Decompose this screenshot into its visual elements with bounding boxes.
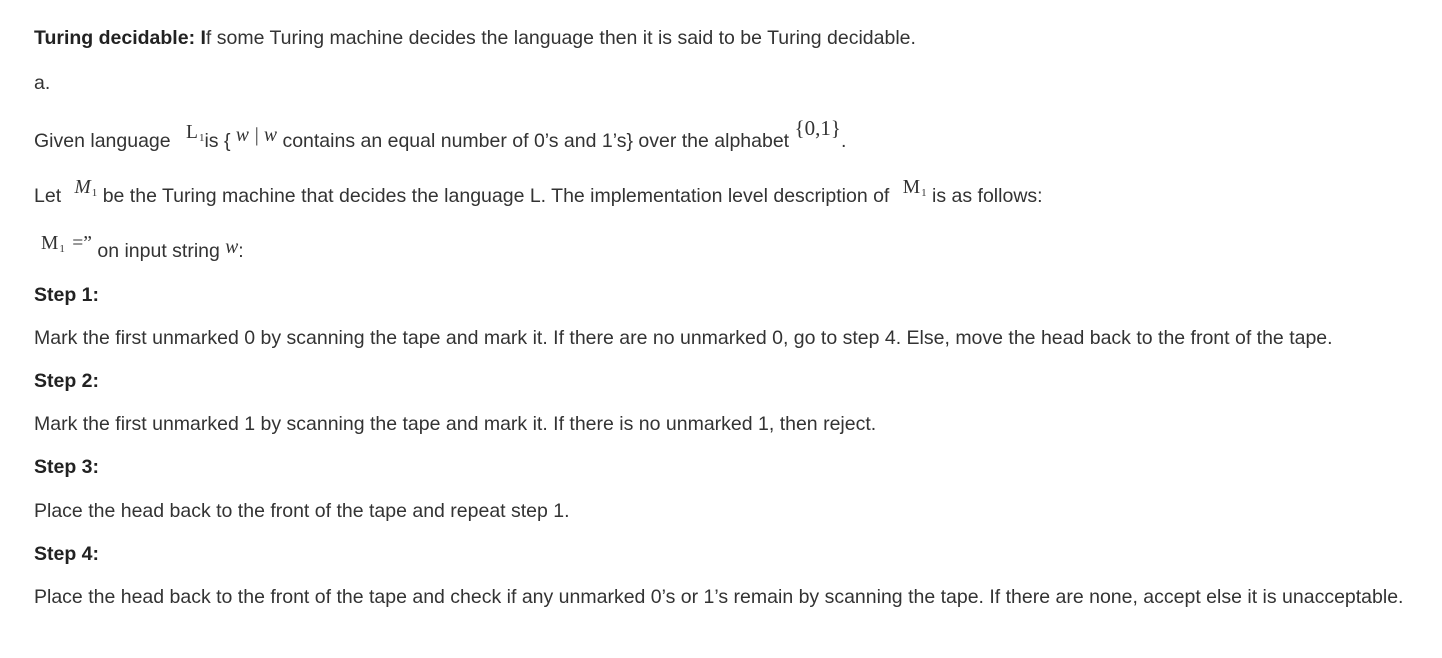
language-symbol: L1 <box>186 122 205 144</box>
part-label: a. <box>34 72 51 94</box>
machine-symbol-2: M1 <box>902 177 927 199</box>
definition-paragraph: Turing decidable: If some Turing machine… <box>34 26 916 50</box>
machine-def-colon: : <box>238 240 244 262</box>
set-builder: w | w <box>235 125 278 146</box>
let-middle: be the Turing machine that decides the l… <box>102 185 890 207</box>
step-4-text: Place the head back to the front of the … <box>34 586 1404 608</box>
machine-def-eq: =” <box>72 233 92 254</box>
let-prefix: Let <box>34 185 62 207</box>
let-suffix: is as follows: <box>932 185 1043 207</box>
machine-def-text: on input string <box>97 240 220 262</box>
step-3-text: Place the head back to the front of the … <box>34 500 570 522</box>
definition-text: f some Turing machine decides the langua… <box>205 27 916 49</box>
step-3-label: Step 3: <box>34 456 100 478</box>
step-2-label: Step 2: <box>34 370 100 392</box>
machine-definition-line: M1 =” on input string w: <box>41 233 244 266</box>
step-1-text: Mark the first unmarked 0 by scanning th… <box>34 327 1333 349</box>
condition-text: contains an equal number of 0’s and 1’s}… <box>282 130 790 152</box>
step-2-text: Mark the first unmarked 1 by scanning th… <box>34 413 877 435</box>
machine-def-symbol: M1 <box>41 233 65 255</box>
step-4-label: Step 4: <box>34 543 100 565</box>
given-prefix: Given language <box>34 130 171 152</box>
given-end: . <box>840 130 847 152</box>
is-text: is { <box>204 130 231 152</box>
machine-def-var: w <box>225 237 239 258</box>
alphabet-set: {0,1} <box>794 116 841 140</box>
machine-symbol: M1 <box>74 177 98 199</box>
given-language-line: Given language L1is { w | w contains an … <box>34 116 847 156</box>
step-1-label: Step 1: <box>34 284 100 306</box>
definition-term: Turing decidable: I <box>34 27 206 49</box>
let-line: Let M1 be the Turing machine that decide… <box>34 177 1043 211</box>
